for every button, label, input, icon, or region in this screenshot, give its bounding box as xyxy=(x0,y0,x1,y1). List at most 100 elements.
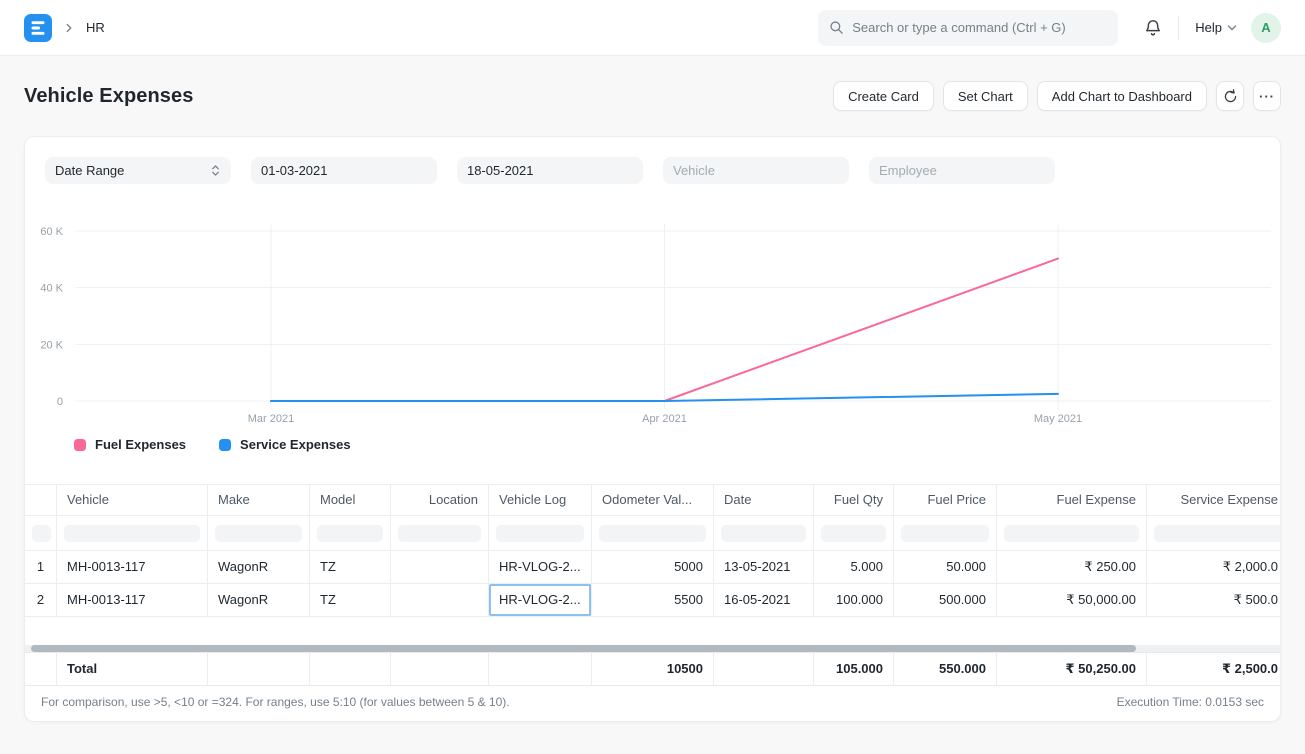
filter-input[interactable] xyxy=(1004,525,1139,542)
filter-input[interactable] xyxy=(398,525,481,542)
table-cell[interactable]: MH-0013-117 xyxy=(57,551,208,583)
to-date-field[interactable] xyxy=(467,163,633,178)
erpnext-logo[interactable] xyxy=(24,14,52,42)
bell-icon xyxy=(1144,19,1162,37)
table-cell[interactable]: 5500 xyxy=(592,584,714,616)
avatar[interactable]: A xyxy=(1251,13,1281,43)
x-axis-label: Apr 2021 xyxy=(642,413,687,425)
legend-label: Fuel Expenses xyxy=(95,437,186,452)
table-cell[interactable]: WagonR xyxy=(208,584,310,616)
notifications-button[interactable] xyxy=(1144,19,1162,37)
table-total-row: Total10500105.000550.000₹ 50,250.00₹ 2,5… xyxy=(25,652,1281,686)
filter-input[interactable] xyxy=(496,525,584,542)
filter-cell[interactable] xyxy=(310,516,391,550)
filter-cell[interactable] xyxy=(714,516,814,550)
breadcrumb[interactable]: HR xyxy=(86,20,105,35)
expenses-chart[interactable]: 60 K40 K20 K0Mar 2021Apr 2021May 2021 xyxy=(25,216,1281,438)
filter-cell[interactable] xyxy=(814,516,894,550)
filter-input[interactable] xyxy=(721,525,806,542)
filter-bar: Date Range xyxy=(45,157,1055,184)
total-cell: ₹ 50,250.00 xyxy=(997,653,1147,685)
filter-input[interactable] xyxy=(599,525,706,542)
filter-cell[interactable] xyxy=(25,516,57,550)
refresh-button[interactable] xyxy=(1216,81,1244,111)
table-cell[interactable]: TZ xyxy=(310,551,391,583)
y-axis-label: 40 K xyxy=(40,283,63,295)
updown-icon xyxy=(210,164,221,177)
filter-input[interactable] xyxy=(821,525,886,542)
scrollbar-thumb[interactable] xyxy=(31,645,1136,652)
total-cell: 550.000 xyxy=(894,653,997,685)
execution-time: Execution Time: 0.0153 sec xyxy=(1117,695,1264,709)
search-input[interactable] xyxy=(852,20,1107,35)
header-cell[interactable]: Model xyxy=(310,485,391,515)
table-cell[interactable]: ₹ 2,000.0 xyxy=(1147,551,1281,583)
employee-filter-field[interactable] xyxy=(879,163,1045,178)
x-axis-label: Mar 2021 xyxy=(248,413,294,425)
table-cell[interactable]: 5.000 xyxy=(814,551,894,583)
filter-input[interactable] xyxy=(1154,525,1281,542)
vehicle-filter-field[interactable] xyxy=(673,163,839,178)
menu-button[interactable]: ··· xyxy=(1253,81,1281,111)
total-cell xyxy=(310,653,391,685)
table-cell[interactable]: HR-VLOG-2... xyxy=(489,584,592,616)
report-card: Date Range 60 K40 K20 K0Mar 2021Apr 2021… xyxy=(24,136,1281,722)
table-filter-row xyxy=(25,516,1281,551)
filter-cell[interactable] xyxy=(592,516,714,550)
table-cell[interactable]: 16-05-2021 xyxy=(714,584,814,616)
filter-cell[interactable] xyxy=(894,516,997,550)
set-chart-button[interactable]: Set Chart xyxy=(943,81,1028,111)
filter-input[interactable] xyxy=(317,525,383,542)
table-cell[interactable]: 50.000 xyxy=(894,551,997,583)
table-cell[interactable]: ₹ 500.0 xyxy=(1147,584,1281,616)
table-cell[interactable]: ₹ 250.00 xyxy=(997,551,1147,583)
legend-swatch xyxy=(219,439,231,451)
table-cell[interactable]: WagonR xyxy=(208,551,310,583)
help-label: Help xyxy=(1195,20,1222,35)
header-cell[interactable]: Fuel Price xyxy=(894,485,997,515)
help-menu[interactable]: Help xyxy=(1195,20,1237,35)
header-cell[interactable]: Vehicle xyxy=(57,485,208,515)
header-cell[interactable]: Date xyxy=(714,485,814,515)
avatar-initial: A xyxy=(1261,20,1270,35)
header-cell[interactable]: Fuel Qty xyxy=(814,485,894,515)
chart-legend: Fuel Expenses Service Expenses xyxy=(74,437,351,452)
filter-input[interactable] xyxy=(901,525,989,542)
create-card-button[interactable]: Create Card xyxy=(833,81,934,111)
table-cell[interactable]: 13-05-2021 xyxy=(714,551,814,583)
total-cell: 105.000 xyxy=(814,653,894,685)
global-search[interactable] xyxy=(818,10,1118,46)
filter-cell[interactable] xyxy=(391,516,489,550)
table-cell[interactable]: 5000 xyxy=(592,551,714,583)
filter-cell[interactable] xyxy=(208,516,310,550)
filter-input[interactable] xyxy=(215,525,302,542)
legend-swatch xyxy=(74,439,86,451)
header-cell[interactable]: Make xyxy=(208,485,310,515)
date-range-select[interactable]: Date Range xyxy=(45,157,231,184)
header-cell[interactable]: Fuel Expense xyxy=(997,485,1147,515)
filter-cell[interactable] xyxy=(489,516,592,550)
table-cell[interactable]: TZ xyxy=(310,584,391,616)
row-index-cell: 1 xyxy=(25,551,57,583)
legend-item: Service Expenses xyxy=(219,437,351,452)
table-cell[interactable]: 100.000 xyxy=(814,584,894,616)
table-cell[interactable] xyxy=(391,584,489,616)
filter-cell[interactable] xyxy=(997,516,1147,550)
add-chart-to-dashboard-button[interactable]: Add Chart to Dashboard xyxy=(1037,81,1207,111)
table-cell[interactable]: ₹ 50,000.00 xyxy=(997,584,1147,616)
header-cell[interactable]: Odometer Val... xyxy=(592,485,714,515)
table-cell[interactable]: 500.000 xyxy=(894,584,997,616)
table-cell[interactable]: MH-0013-117 xyxy=(57,584,208,616)
from-date-field[interactable] xyxy=(261,163,427,178)
filter-cell[interactable] xyxy=(57,516,208,550)
chart-canvas: 60 K40 K20 K0Mar 2021Apr 2021May 2021 xyxy=(25,216,1281,438)
header-cell[interactable]: Vehicle Log xyxy=(489,485,592,515)
navbar-divider xyxy=(1178,16,1179,40)
filter-input[interactable] xyxy=(32,525,51,542)
filter-cell[interactable] xyxy=(1147,516,1281,550)
header-cell[interactable]: Location xyxy=(391,485,489,515)
filter-input[interactable] xyxy=(64,525,200,542)
table-cell[interactable]: HR-VLOG-2... xyxy=(489,551,592,583)
header-cell[interactable]: Service Expense xyxy=(1147,485,1281,515)
table-cell[interactable] xyxy=(391,551,489,583)
